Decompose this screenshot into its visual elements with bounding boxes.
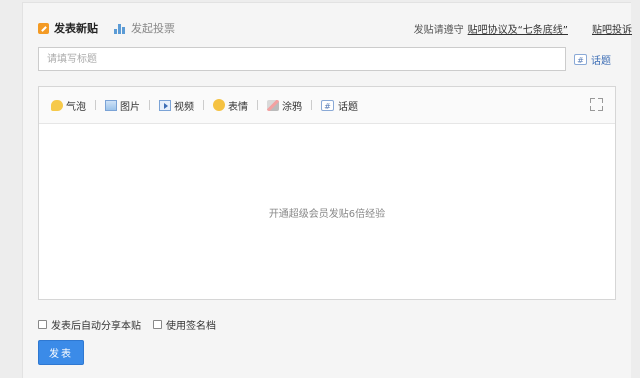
signature-option[interactable]: 使用签名档 xyxy=(153,317,216,332)
post-options: 发表后自动分享本贴 使用签名档 xyxy=(38,317,228,332)
tab-new-post[interactable]: 发表新贴 xyxy=(38,20,98,36)
post-tabs: 发表新贴 发起投票 xyxy=(38,20,175,36)
tab-poll[interactable]: 发起投票 xyxy=(114,20,175,36)
speech-bubble-icon xyxy=(51,99,63,111)
toolbar-divider xyxy=(95,100,96,110)
hashtag-icon: # xyxy=(574,54,587,65)
topic-button-label: 话题 xyxy=(591,56,611,67)
smiley-icon xyxy=(213,99,225,111)
toolbar-divider xyxy=(311,100,312,110)
toolbar-divider xyxy=(149,100,150,110)
toolbar-video-label: 视频 xyxy=(174,101,194,113)
hashtag-icon: # xyxy=(321,99,334,111)
toolbar-image[interactable]: 图片 xyxy=(105,98,140,113)
editor-content[interactable]: 开通超级会员发贴6倍经验 xyxy=(39,124,615,300)
video-icon xyxy=(159,99,171,111)
tab-poll-label: 发起投票 xyxy=(131,22,175,35)
toolbar-emoji[interactable]: 表情 xyxy=(213,98,248,113)
toolbar-divider xyxy=(203,100,204,110)
tab-new-post-label: 发表新贴 xyxy=(54,22,98,35)
editor-toolbar: 气泡 图片 视频 表情 涂鸦 # 话题 xyxy=(39,87,615,124)
title-input[interactable] xyxy=(38,47,566,71)
rules-notice: 发贴请遵守 xyxy=(413,25,464,36)
toolbar-divider xyxy=(257,100,258,110)
toolbar-doodle-label: 涂鸦 xyxy=(282,101,302,113)
toolbar-doodle[interactable]: 涂鸦 xyxy=(267,98,302,113)
header-links: 发贴请遵守 贴吧协议及“七条底线” 贴吧投诉 xyxy=(414,21,632,36)
auto-share-option[interactable]: 发表后自动分享本贴 xyxy=(38,317,141,332)
fullscreen-icon[interactable] xyxy=(590,98,603,111)
auto-share-checkbox[interactable] xyxy=(38,320,47,329)
signature-checkbox[interactable] xyxy=(153,320,162,329)
toolbar-image-label: 图片 xyxy=(120,101,140,113)
toolbar-video[interactable]: 视频 xyxy=(159,98,194,113)
editor-placeholder: 开通超级会员发贴6倍经验 xyxy=(268,208,386,220)
toolbar-emoji-label: 表情 xyxy=(228,101,248,113)
signature-label: 使用签名档 xyxy=(166,321,216,332)
edit-icon xyxy=(38,22,49,34)
toolbar-topic[interactable]: # 话题 xyxy=(321,98,358,113)
toolbar-bubble[interactable]: 气泡 xyxy=(51,98,86,113)
post-editor: 气泡 图片 视频 表情 涂鸦 # 话题 开通超级会员发贴6倍经验 xyxy=(38,86,616,300)
brush-icon xyxy=(267,99,279,111)
toolbar-topic-label: 话题 xyxy=(338,101,358,113)
toolbar-bubble-label: 气泡 xyxy=(66,101,86,113)
bar-chart-icon xyxy=(114,23,126,34)
submit-button[interactable]: 发表 xyxy=(38,340,84,365)
auto-share-label: 发表后自动分享本贴 xyxy=(51,321,141,332)
rules-link[interactable]: 贴吧协议及“七条底线” xyxy=(468,21,568,36)
complaint-link[interactable]: 贴吧投诉 xyxy=(592,21,632,36)
image-icon xyxy=(105,99,117,111)
topic-button[interactable]: # 话题 xyxy=(574,52,611,67)
